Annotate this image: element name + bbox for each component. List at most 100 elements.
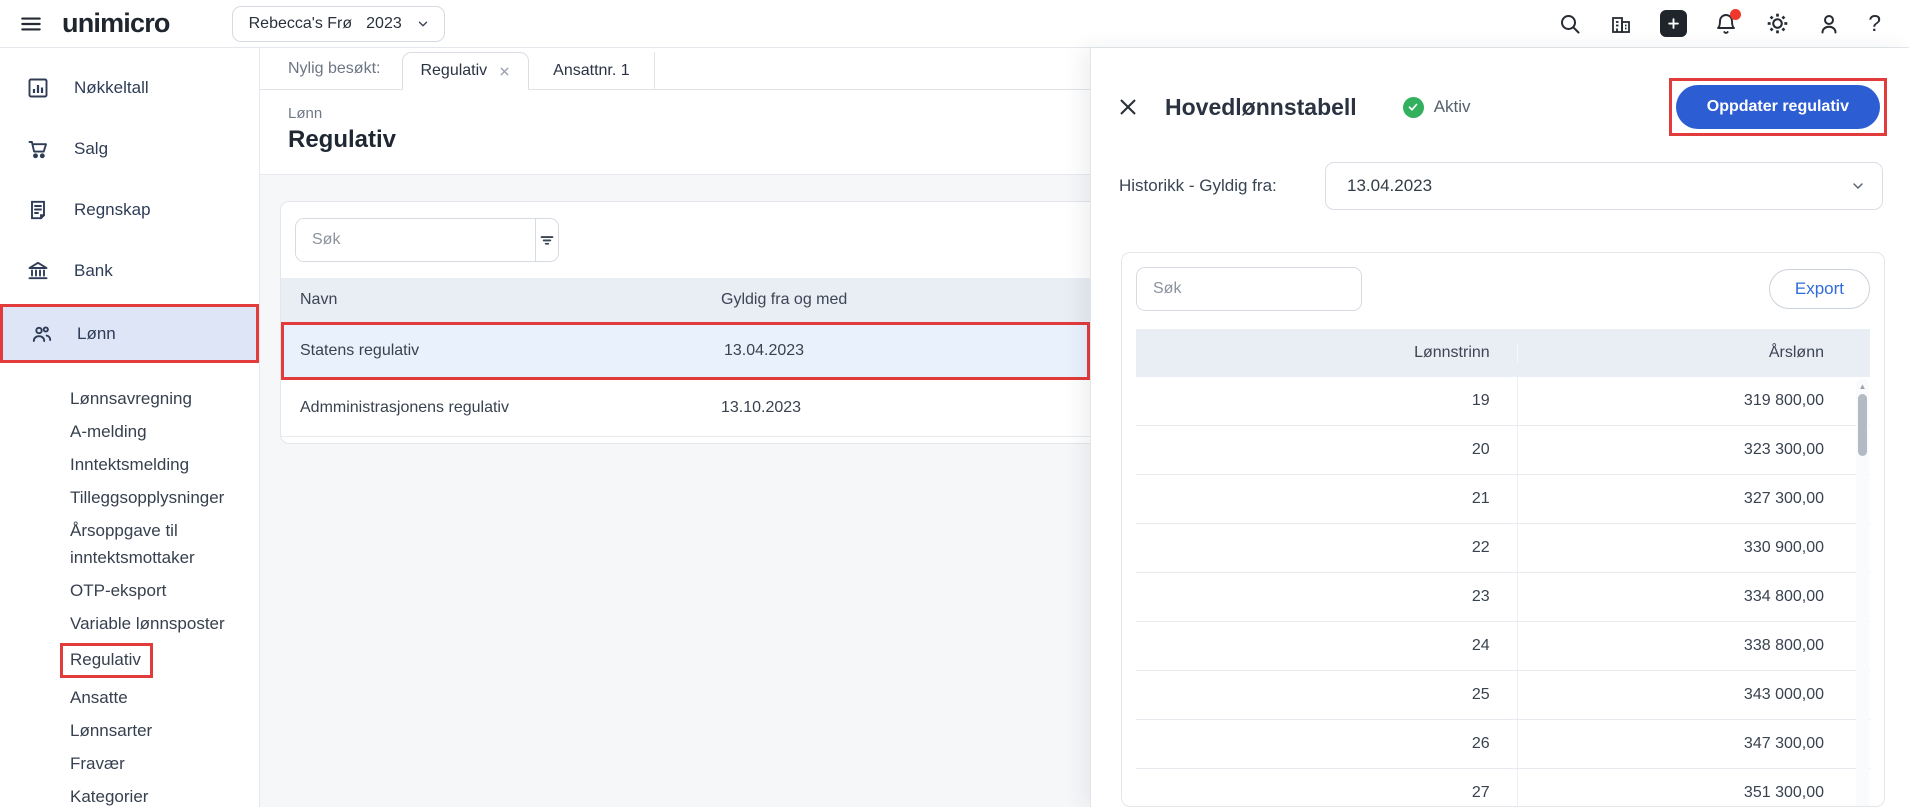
sidebar-item-salg[interactable]: Salg xyxy=(0,121,259,177)
sidebar-submenu: Lønnsavregning A-melding Inntektsmelding… xyxy=(0,368,259,807)
column-header-navn[interactable]: Navn xyxy=(281,291,721,309)
salary-table-header: Lønnstrinn Årslønn xyxy=(1136,329,1870,377)
sidebar-item-label: Nøkkeltall xyxy=(74,78,149,98)
submenu-item-a-melding[interactable]: A-melding xyxy=(70,415,252,448)
people-icon xyxy=(29,322,53,346)
cell-lonnstrinn: 27 xyxy=(1136,769,1518,807)
notification-dot xyxy=(1730,9,1741,20)
column-header-arslonn[interactable]: Årslønn xyxy=(1518,344,1870,362)
search-icon[interactable] xyxy=(1558,12,1582,36)
cell-lonnstrinn: 20 xyxy=(1136,426,1518,474)
company-selector[interactable]: Rebecca's Frø 2023 xyxy=(232,6,445,42)
bell-icon[interactable] xyxy=(1714,12,1738,36)
sidebar-item-lonn[interactable]: Lønn xyxy=(0,304,259,363)
chevron-down-icon xyxy=(416,17,430,31)
help-icon[interactable]: ? xyxy=(1868,10,1881,37)
hamburger-menu-icon[interactable] xyxy=(18,11,44,37)
history-label: Historikk - Gyldig fra: xyxy=(1119,176,1325,196)
company-year: 2023 xyxy=(366,15,402,33)
export-button[interactable]: Export xyxy=(1769,269,1870,309)
salary-table-card: Export Lønnstrinn Årslønn 19319 800,00 2… xyxy=(1121,252,1885,807)
salary-row[interactable]: 23334 800,00 xyxy=(1136,573,1870,622)
content-area: Navn Gyldig fra og med Statens regulativ… xyxy=(260,175,1090,807)
submenu-item-lonnsavregning[interactable]: Lønnsavregning xyxy=(70,382,252,415)
submenu-item-variable-lonnsposter[interactable]: Variable lønnsposter xyxy=(70,607,252,640)
gear-icon[interactable] xyxy=(1765,11,1790,36)
status-badge: Aktiv xyxy=(1403,97,1471,118)
salary-table: Lønnstrinn Årslønn 19319 800,00 20323 30… xyxy=(1136,329,1870,807)
sidebar: Nøkkeltall Salg Regnskap Bank Lønn Lønns… xyxy=(0,48,260,807)
submenu-item-fravaer[interactable]: Fravær xyxy=(70,747,252,780)
salary-row[interactable]: 24338 800,00 xyxy=(1136,622,1870,671)
cell-arslonn: 338 800,00 xyxy=(1518,637,1870,655)
app-window: unimicro Rebecca's Frø 2023 xyxy=(0,0,1909,807)
bar-chart-icon xyxy=(26,76,50,100)
tab-regulativ[interactable]: Regulativ xyxy=(402,52,529,90)
filter-icon xyxy=(537,230,557,250)
salary-row[interactable]: 20323 300,00 xyxy=(1136,426,1870,475)
company-name: Rebecca's Frø xyxy=(249,15,353,33)
cell-arslonn: 347 300,00 xyxy=(1518,735,1870,753)
cell-arslonn: 327 300,00 xyxy=(1518,490,1870,508)
sidebar-item-bank[interactable]: Bank xyxy=(0,243,259,299)
salary-row[interactable]: 19319 800,00 xyxy=(1136,377,1870,426)
cell-lonnstrinn: 22 xyxy=(1136,524,1518,572)
tab-close-icon[interactable] xyxy=(498,65,511,78)
sidebar-item-nokkeltall[interactable]: Nøkkeltall xyxy=(0,60,259,116)
sidebar-item-label: Regnskap xyxy=(74,200,151,220)
submenu-item-regulativ[interactable]: Regulativ xyxy=(70,640,252,681)
tab-label: Ansattnr. 1 xyxy=(553,62,630,80)
submenu-item-inntektsmelding[interactable]: Inntektsmelding xyxy=(70,448,252,481)
submenu-item-tilleggsopplysninger[interactable]: Tilleggsopplysninger xyxy=(70,481,252,514)
update-regulativ-button[interactable]: Oppdater regulativ xyxy=(1676,85,1880,129)
table-row-administrasjonens-regulativ[interactable]: Admministrasjonens regulativ 13.10.2023 xyxy=(281,380,1090,437)
topbar: unimicro Rebecca's Frø 2023 xyxy=(0,0,1909,48)
submenu-item-kategorier[interactable]: Kategorier xyxy=(70,780,252,807)
cell-arslonn: 351 300,00 xyxy=(1518,784,1870,802)
scrollbar: ▲ xyxy=(1856,379,1869,807)
app-logo: unimicro xyxy=(62,8,170,39)
panel-search-input[interactable] xyxy=(1137,268,1362,310)
filter-button[interactable] xyxy=(535,219,558,261)
tab-strip: Nylig besøkt: Regulativ Ansattnr. 1 xyxy=(260,48,1090,90)
salary-row[interactable]: 22330 900,00 xyxy=(1136,524,1870,573)
cell-gyldig: 13.04.2023 xyxy=(724,342,1087,360)
cell-arslonn: 323 300,00 xyxy=(1518,441,1870,459)
cart-icon xyxy=(26,137,50,161)
add-icon[interactable] xyxy=(1660,10,1687,37)
cell-gyldig: 13.10.2023 xyxy=(721,399,1090,417)
cell-arslonn: 343 000,00 xyxy=(1518,686,1870,704)
cell-arslonn: 319 800,00 xyxy=(1518,392,1870,410)
salary-row[interactable]: 27351 300,00 xyxy=(1136,769,1870,807)
cell-lonnstrinn: 19 xyxy=(1136,377,1518,425)
regulativ-table: Navn Gyldig fra og med Statens regulativ… xyxy=(281,278,1090,437)
table-row-statens-regulativ[interactable]: Statens regulativ 13.04.2023 xyxy=(281,322,1090,380)
salary-row[interactable]: 21327 300,00 xyxy=(1136,475,1870,524)
salary-row[interactable]: 25343 000,00 xyxy=(1136,671,1870,720)
history-row: Historikk - Gyldig fra: 13.04.2023 xyxy=(1091,136,1909,210)
history-date-select[interactable]: 13.04.2023 xyxy=(1325,162,1883,210)
regulativ-list-card: Navn Gyldig fra og med Statens regulativ… xyxy=(280,201,1090,444)
tab-ansattnr-1[interactable]: Ansattnr. 1 xyxy=(529,52,655,90)
submenu-item-ansatte[interactable]: Ansatte xyxy=(70,681,252,714)
column-header-gyldig[interactable]: Gyldig fra og med xyxy=(721,291,1090,309)
salary-row[interactable]: 26347 300,00 xyxy=(1136,720,1870,769)
buildings-icon[interactable] xyxy=(1609,12,1633,36)
submenu-item-arsoppgave[interactable]: Årsoppgave til inntektsmottaker xyxy=(70,514,252,574)
sidebar-item-regnskap[interactable]: Regnskap xyxy=(0,182,259,238)
cell-lonnstrinn: 26 xyxy=(1136,720,1518,768)
submenu-item-lonnsarter[interactable]: Lønnsarter xyxy=(70,714,252,747)
search-input[interactable] xyxy=(296,219,535,261)
submenu-item-otp-eksport[interactable]: OTP-eksport xyxy=(70,574,252,607)
scrollbar-thumb[interactable] xyxy=(1858,394,1867,456)
annotation-box-update-button: Oppdater regulativ xyxy=(1669,78,1887,136)
column-header-lonnstrinn[interactable]: Lønnstrinn xyxy=(1136,344,1518,362)
scrollbar-up-arrow[interactable]: ▲ xyxy=(1856,379,1869,394)
app-body: Nøkkeltall Salg Regnskap Bank Lønn Lønns… xyxy=(0,48,1909,807)
bank-icon xyxy=(26,259,50,283)
close-icon[interactable] xyxy=(1117,96,1139,118)
history-date-value: 13.04.2023 xyxy=(1347,176,1432,196)
receipt-icon xyxy=(26,198,50,222)
user-icon[interactable] xyxy=(1817,12,1841,36)
salary-table-body: 19319 800,00 20323 300,00 21327 300,00 2… xyxy=(1136,377,1870,807)
